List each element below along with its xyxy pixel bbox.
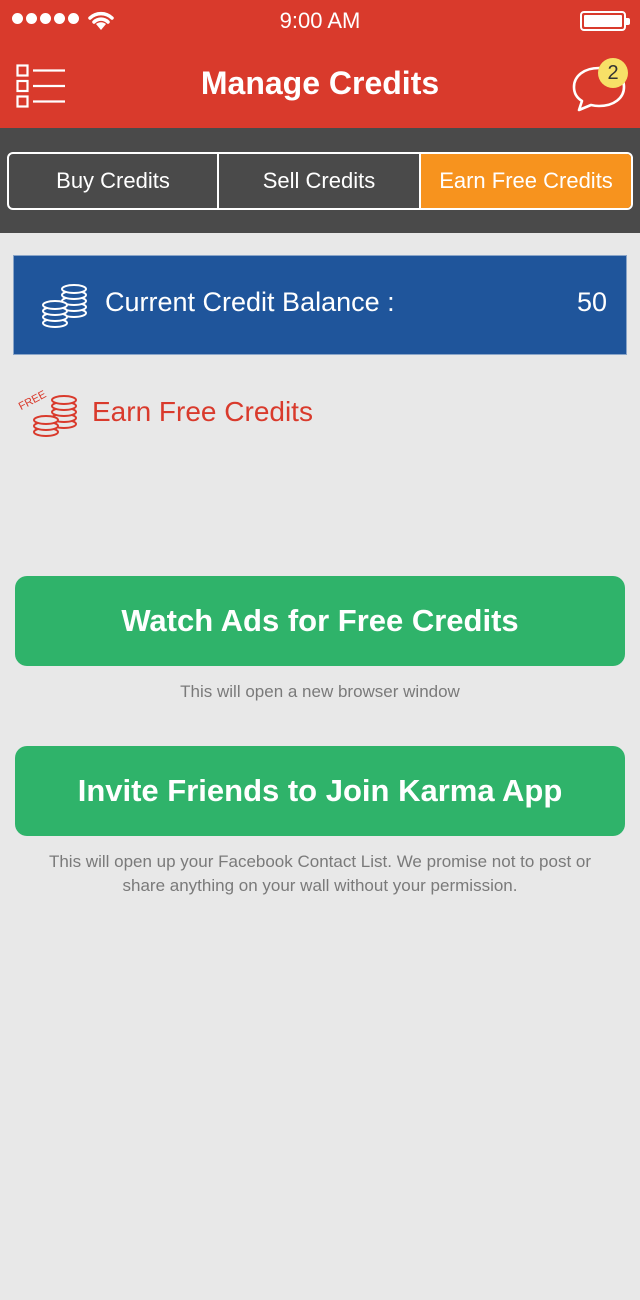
- free-coins-icon: FREE: [18, 389, 77, 437]
- tab-bar: Buy Credits Sell Credits Earn Free Credi…: [0, 128, 640, 233]
- earn-free-credits-heading: Earn Free Credits: [92, 396, 313, 427]
- tab-earn-free-credits[interactable]: Earn Free Credits: [421, 154, 631, 208]
- coin-stack-icon: [42, 284, 87, 328]
- watch-ads-button[interactable]: Watch Ads for Free Credits: [15, 576, 625, 666]
- invite-friends-note: This will open up your Facebook Contact …: [48, 852, 592, 895]
- tab-sell-credits[interactable]: Sell Credits: [219, 154, 421, 208]
- status-time: 9:00 AM: [279, 8, 361, 33]
- segmented-tabs: Buy Credits Sell Credits Earn Free Credi…: [7, 152, 633, 210]
- battery-icon: [580, 11, 630, 31]
- tab-buy-credits[interactable]: Buy Credits: [9, 154, 219, 208]
- page-title: Manage Credits: [200, 65, 440, 101]
- credit-balance-panel: Current Credit Balance : 50: [13, 255, 627, 355]
- balance-value: 50: [576, 287, 607, 317]
- invite-friends-button[interactable]: Invite Friends to Join Karma App: [15, 746, 625, 836]
- app-header: 9:00 AM Manage Credits 2: [0, 0, 640, 128]
- free-tag: FREE: [18, 389, 48, 413]
- notification-badge: 2: [598, 58, 628, 88]
- watch-ads-note: This will open a new browser window: [180, 682, 460, 701]
- menu-list-icon[interactable]: [16, 64, 66, 108]
- status-bar: 9:00 AM: [0, 0, 640, 40]
- balance-label: Current Credit Balance :: [105, 287, 395, 317]
